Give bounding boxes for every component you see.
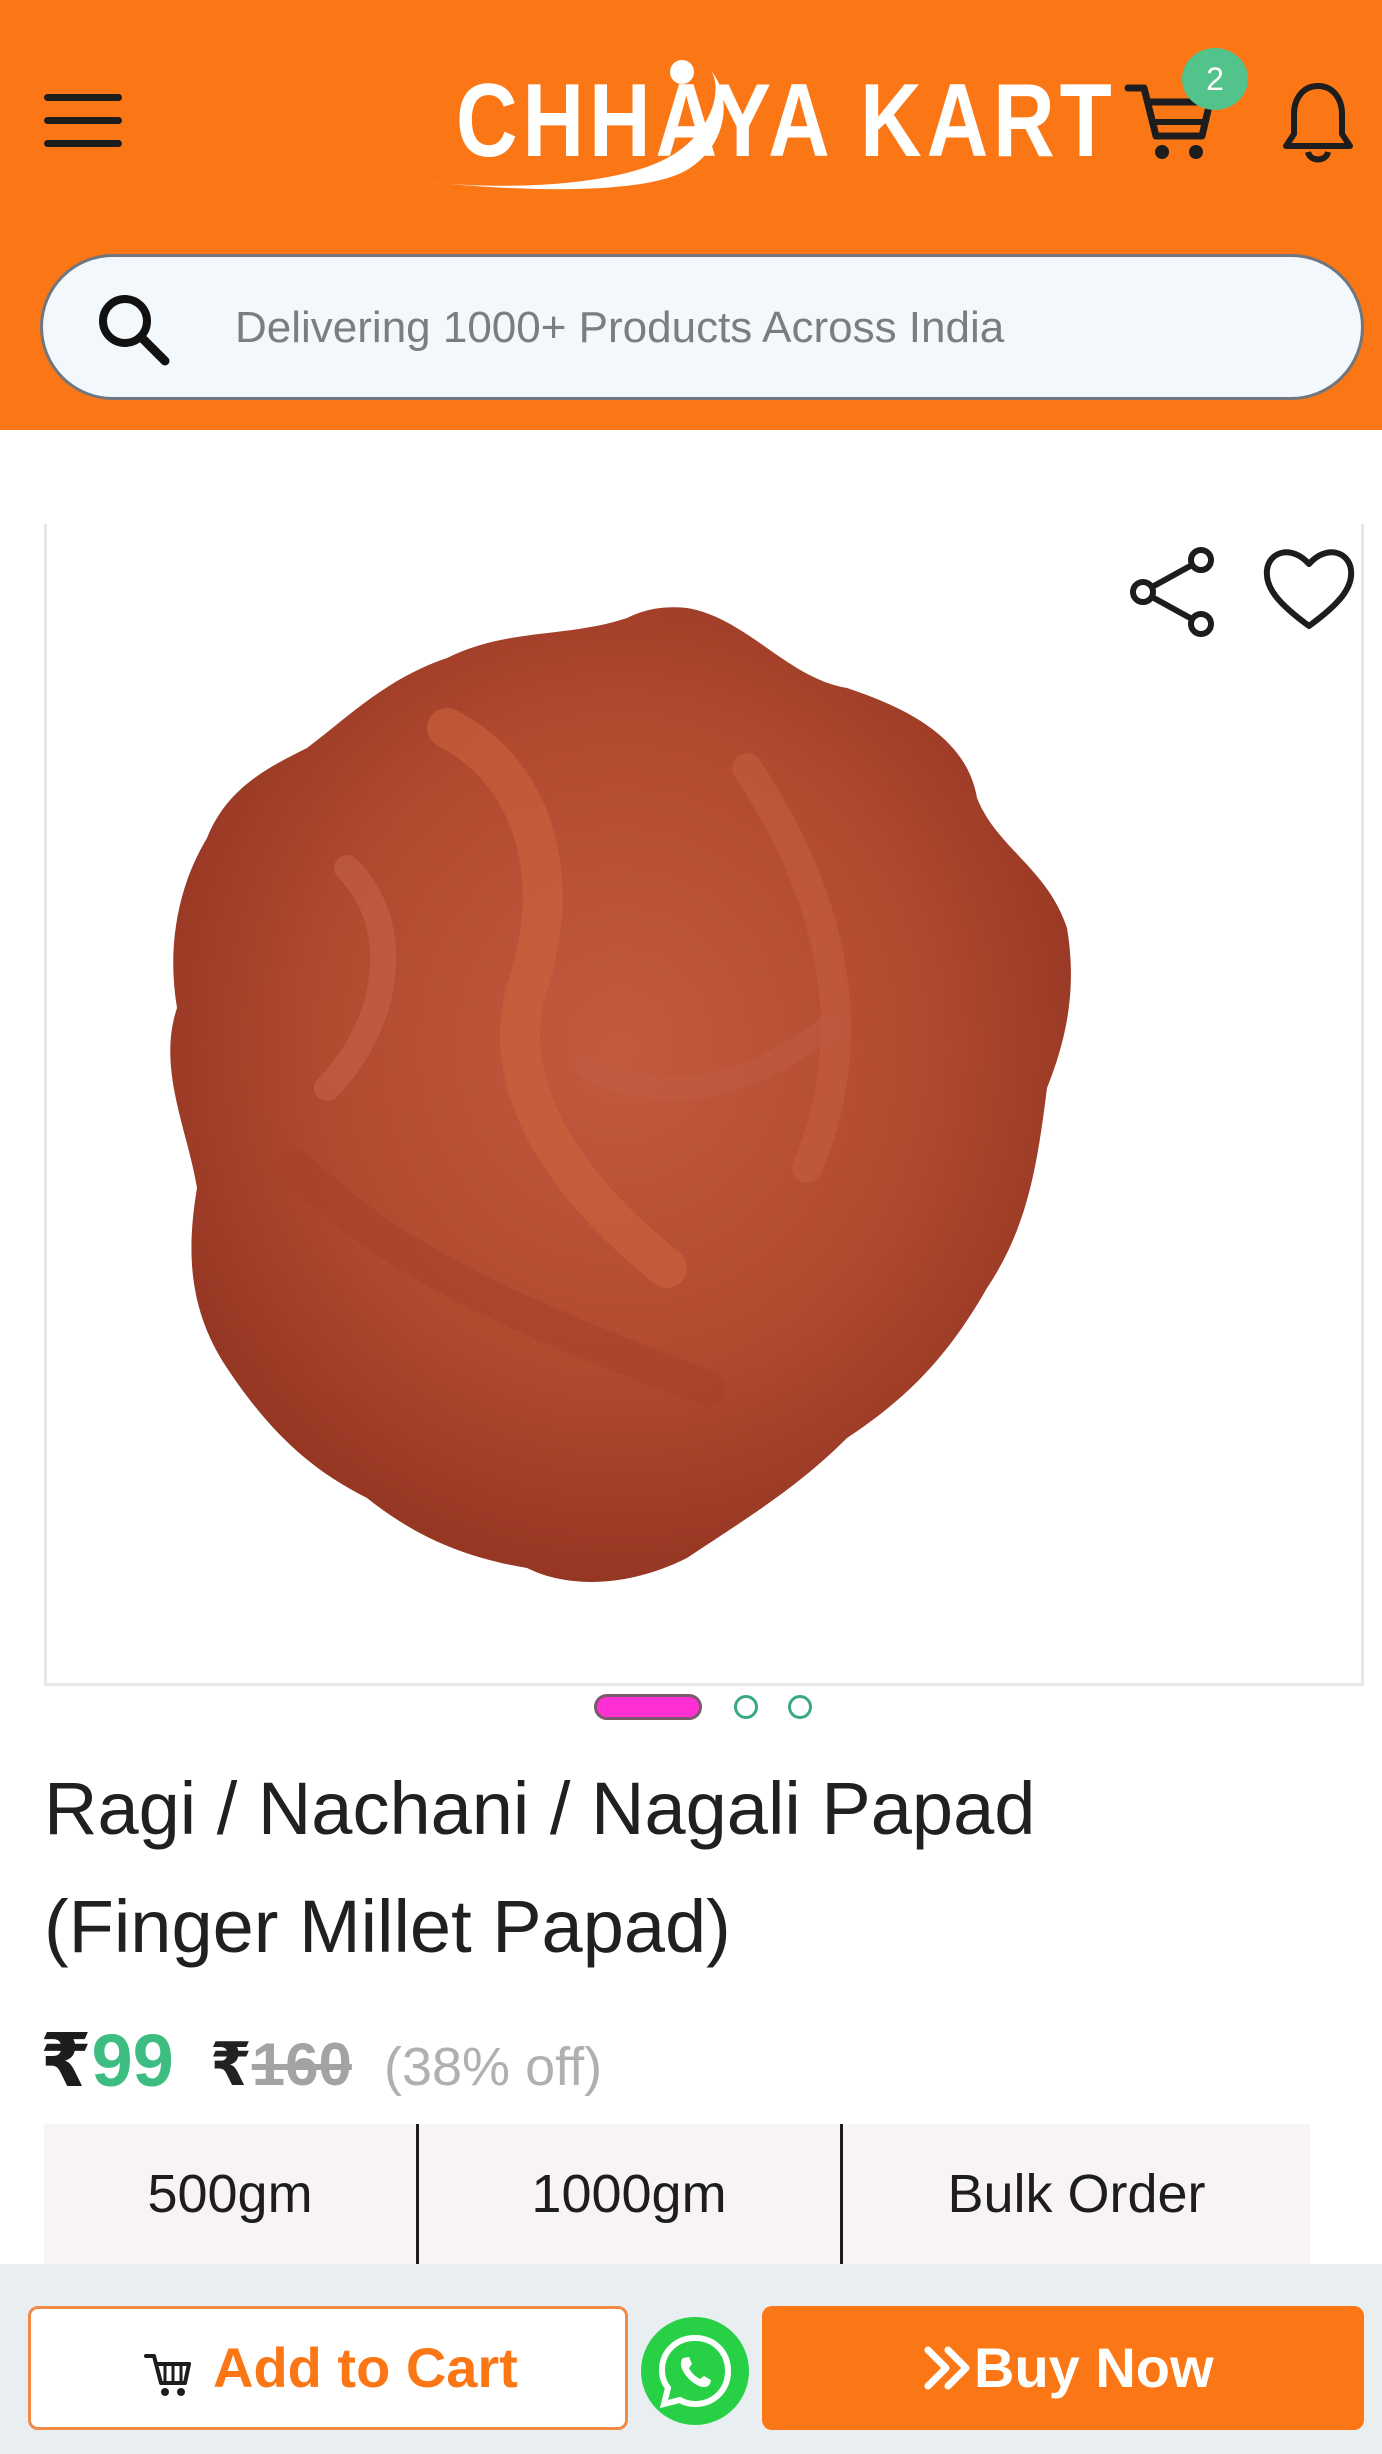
heart-icon[interactable] [1259, 538, 1359, 638]
bottom-action-bar: Add to Cart Buy Now [0, 2264, 1382, 2454]
variant-option[interactable]: 500gm [44, 2124, 416, 2264]
price-row: ₹99 ₹160 (38% off) [40, 2018, 1340, 2118]
app-header: CHHAYA KART 2 [0, 0, 1382, 430]
variant-option[interactable]: 1000gm [419, 2124, 839, 2264]
search-icon[interactable] [93, 289, 173, 369]
original-price: ₹160 [210, 2030, 352, 2100]
carousel-dot-active[interactable] [594, 1694, 702, 1720]
currency-symbol: ₹ [40, 2019, 92, 2102]
carousel-dot[interactable] [734, 1695, 758, 1719]
search-input[interactable] [233, 257, 1337, 399]
carousel-dot[interactable] [788, 1695, 812, 1719]
cart-count-badge: 2 [1182, 48, 1248, 110]
search-bar[interactable] [40, 254, 1364, 400]
variant-selector: 500gm 1000gm Bulk Order [44, 2124, 1310, 2264]
product-title: Ragi / Nachani / Nagali Papad (Finger Mi… [44, 1750, 1344, 1986]
buy-now-button[interactable]: Buy Now [762, 2306, 1364, 2430]
hamburger-menu-icon[interactable] [44, 88, 124, 154]
currency-symbol: ₹ [210, 2031, 252, 2098]
product-image[interactable] [147, 568, 1127, 1648]
whatsapp-icon[interactable] [640, 2316, 750, 2426]
brand-logo[interactable]: CHHAYA KART [420, 50, 1112, 200]
product-gallery[interactable] [44, 524, 1364, 1686]
share-icon[interactable] [1123, 538, 1223, 638]
brand-name: CHHAYA KART [456, 63, 1117, 179]
add-to-cart-button[interactable]: Add to Cart [28, 2306, 628, 2430]
bell-icon[interactable] [1280, 80, 1356, 166]
discount-label: (38% off) [384, 2037, 603, 2097]
buy-now-label: Buy Now [974, 2336, 1214, 2399]
carousel-indicator [0, 1694, 1382, 1724]
product-title-line2: (Finger Millet Papad) [44, 1885, 731, 1968]
cart-icon [144, 2354, 191, 2396]
add-to-cart-label: Add to Cart [213, 2336, 518, 2399]
product-title-line1: Ragi / Nachani / Nagali Papad [44, 1767, 1036, 1850]
variant-option[interactable]: Bulk Order [843, 2124, 1310, 2264]
double-chevron-right-icon [924, 2346, 970, 2390]
price-value: 99 [91, 2019, 174, 2102]
current-price: ₹99 [40, 2018, 174, 2104]
mrp-value: 160 [251, 2031, 352, 2098]
